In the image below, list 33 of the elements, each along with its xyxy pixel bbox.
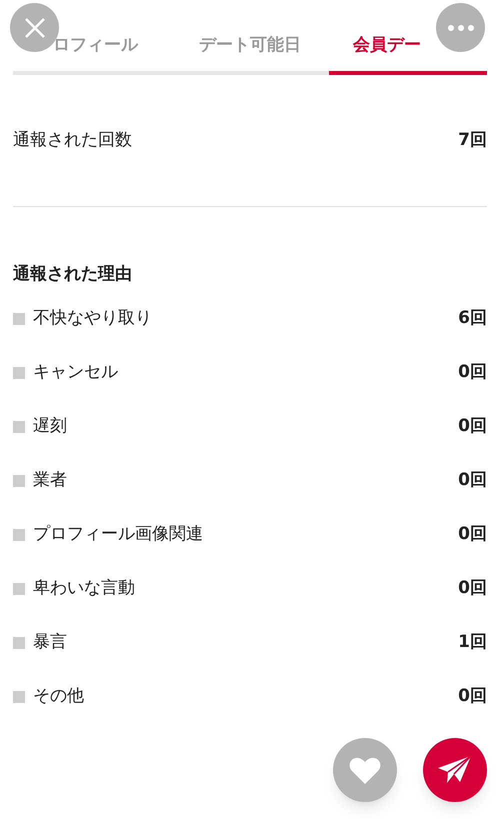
row-label: 不快なやり取り <box>33 307 152 330</box>
square-icon <box>13 583 25 595</box>
row-label: 通報された回数 <box>13 128 132 152</box>
row-value: 0回 <box>458 685 487 708</box>
row-value: 6回 <box>458 307 487 330</box>
row-label: 遅刻 <box>33 415 67 438</box>
row-label: その他 <box>33 685 84 708</box>
square-icon <box>13 367 25 379</box>
section-heading: 通報された理由 <box>13 263 133 286</box>
square-icon <box>13 637 25 649</box>
row-value: 0回 <box>458 577 487 600</box>
square-icon <box>13 529 25 541</box>
row-label: プロフィール画像関連 <box>33 523 203 546</box>
row-label: 暴言 <box>33 631 67 654</box>
row-value: 1回 <box>458 631 487 654</box>
row-value: 7回 <box>458 128 487 152</box>
paper-plane-icon <box>438 756 472 784</box>
square-icon <box>13 421 25 433</box>
square-icon <box>13 691 25 703</box>
square-icon <box>13 313 25 325</box>
more-icon <box>448 24 474 30</box>
row-value: 0回 <box>458 361 487 384</box>
row-label: 卑わいな言動 <box>33 577 135 600</box>
row-value: 0回 <box>458 415 487 438</box>
heart-icon <box>349 756 381 784</box>
square-icon <box>13 475 25 487</box>
close-icon <box>22 16 46 40</box>
row-value: 0回 <box>458 469 487 492</box>
tab[interactable]: デート可能日 <box>171 33 329 75</box>
row-value: 0回 <box>458 523 487 546</box>
row-label: 業者 <box>33 469 67 492</box>
row-label: キャンセル <box>33 361 118 384</box>
more-button[interactable] <box>436 3 485 52</box>
